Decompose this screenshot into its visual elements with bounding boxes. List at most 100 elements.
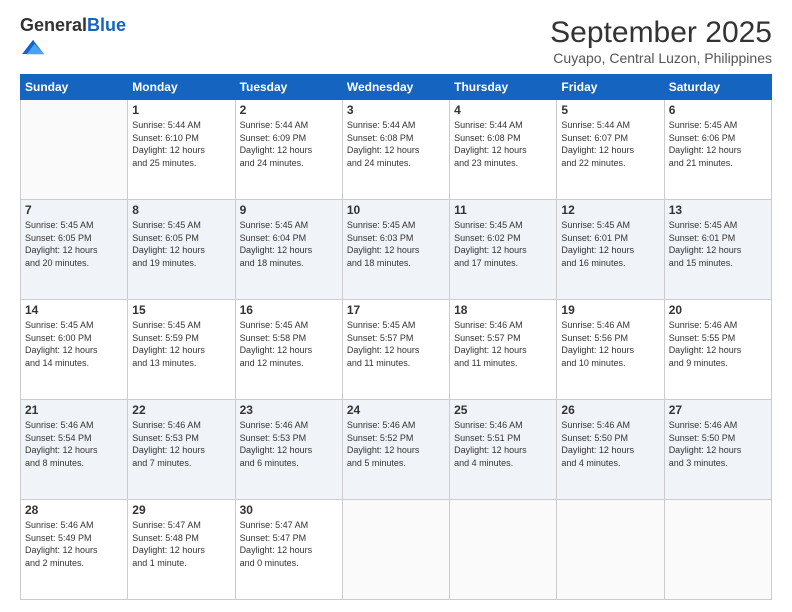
day-info: Sunrise: 5:46 AM Sunset: 5:51 PM Dayligh…: [454, 419, 552, 469]
day-number: 2: [240, 103, 338, 117]
day-number: 16: [240, 303, 338, 317]
day-number: 13: [669, 203, 767, 217]
day-number: 1: [132, 103, 230, 117]
logo-icon: [22, 36, 44, 58]
day-info: Sunrise: 5:44 AM Sunset: 6:08 PM Dayligh…: [347, 119, 445, 169]
col-sunday: Sunday: [21, 75, 128, 100]
day-number: 17: [347, 303, 445, 317]
day-number: 27: [669, 403, 767, 417]
col-saturday: Saturday: [664, 75, 771, 100]
table-row: 21 Sunrise: 5:46 AM Sunset: 5:54 PM Dayli…: [21, 400, 128, 500]
day-number: 14: [25, 303, 123, 317]
day-info: Sunrise: 5:44 AM Sunset: 6:08 PM Dayligh…: [454, 119, 552, 169]
day-number: 28: [25, 503, 123, 517]
col-tuesday: Tuesday: [235, 75, 342, 100]
logo-general: General: [20, 15, 87, 35]
logo: GeneralBlue: [20, 16, 126, 63]
table-row: 16 Sunrise: 5:45 AM Sunset: 5:58 PM Dayli…: [235, 300, 342, 400]
day-number: 18: [454, 303, 552, 317]
location-subtitle: Cuyapo, Central Luzon, Philippines: [550, 50, 772, 66]
page: GeneralBlue September 2025 Cuyapo, Centr…: [0, 0, 792, 612]
col-thursday: Thursday: [450, 75, 557, 100]
calendar-header-row: Sunday Monday Tuesday Wednesday Thursday…: [21, 75, 772, 100]
day-number: 21: [25, 403, 123, 417]
day-info: Sunrise: 5:45 AM Sunset: 6:00 PM Dayligh…: [25, 319, 123, 369]
day-number: 19: [561, 303, 659, 317]
day-number: 23: [240, 403, 338, 417]
day-info: Sunrise: 5:45 AM Sunset: 6:03 PM Dayligh…: [347, 219, 445, 269]
table-row: 3 Sunrise: 5:44 AM Sunset: 6:08 PM Daylig…: [342, 100, 449, 200]
day-info: Sunrise: 5:44 AM Sunset: 6:10 PM Dayligh…: [132, 119, 230, 169]
day-number: 24: [347, 403, 445, 417]
calendar-week-row: 28 Sunrise: 5:46 AM Sunset: 5:49 PM Dayli…: [21, 500, 772, 600]
day-number: 10: [347, 203, 445, 217]
day-info: Sunrise: 5:45 AM Sunset: 5:58 PM Dayligh…: [240, 319, 338, 369]
table-row: 23 Sunrise: 5:46 AM Sunset: 5:53 PM Dayli…: [235, 400, 342, 500]
table-row: 19 Sunrise: 5:46 AM Sunset: 5:56 PM Dayli…: [557, 300, 664, 400]
table-row: 25 Sunrise: 5:46 AM Sunset: 5:51 PM Dayli…: [450, 400, 557, 500]
day-number: 4: [454, 103, 552, 117]
day-number: 25: [454, 403, 552, 417]
day-info: Sunrise: 5:45 AM Sunset: 6:06 PM Dayligh…: [669, 119, 767, 169]
table-row: 2 Sunrise: 5:44 AM Sunset: 6:09 PM Daylig…: [235, 100, 342, 200]
table-row: 13 Sunrise: 5:45 AM Sunset: 6:01 PM Dayli…: [664, 200, 771, 300]
day-number: 8: [132, 203, 230, 217]
col-wednesday: Wednesday: [342, 75, 449, 100]
calendar-week-row: 7 Sunrise: 5:45 AM Sunset: 6:05 PM Daylig…: [21, 200, 772, 300]
day-info: Sunrise: 5:46 AM Sunset: 5:49 PM Dayligh…: [25, 519, 123, 569]
calendar-week-row: 21 Sunrise: 5:46 AM Sunset: 5:54 PM Dayli…: [21, 400, 772, 500]
col-monday: Monday: [128, 75, 235, 100]
table-row: 26 Sunrise: 5:46 AM Sunset: 5:50 PM Dayli…: [557, 400, 664, 500]
calendar-table: Sunday Monday Tuesday Wednesday Thursday…: [20, 74, 772, 600]
day-info: Sunrise: 5:46 AM Sunset: 5:53 PM Dayligh…: [240, 419, 338, 469]
table-row: 6Sunrise: 5:45 AM Sunset: 6:06 PM Daylig…: [664, 100, 771, 200]
day-info: Sunrise: 5:45 AM Sunset: 6:01 PM Dayligh…: [669, 219, 767, 269]
day-info: Sunrise: 5:47 AM Sunset: 5:48 PM Dayligh…: [132, 519, 230, 569]
table-row: 10 Sunrise: 5:45 AM Sunset: 6:03 PM Dayli…: [342, 200, 449, 300]
table-row: 14 Sunrise: 5:45 AM Sunset: 6:00 PM Dayli…: [21, 300, 128, 400]
day-info: Sunrise: 5:46 AM Sunset: 5:50 PM Dayligh…: [561, 419, 659, 469]
day-info: Sunrise: 5:45 AM Sunset: 6:01 PM Dayligh…: [561, 219, 659, 269]
day-number: 9: [240, 203, 338, 217]
day-number: 7: [25, 203, 123, 217]
table-row: 12 Sunrise: 5:45 AM Sunset: 6:01 PM Dayli…: [557, 200, 664, 300]
table-row: [557, 500, 664, 600]
day-info: Sunrise: 5:46 AM Sunset: 5:52 PM Dayligh…: [347, 419, 445, 469]
day-info: Sunrise: 5:46 AM Sunset: 5:56 PM Dayligh…: [561, 319, 659, 369]
table-row: 15 Sunrise: 5:45 AM Sunset: 5:59 PM Dayli…: [128, 300, 235, 400]
table-row: 11Sunrise: 5:45 AM Sunset: 6:02 PM Dayli…: [450, 200, 557, 300]
table-row: 9Sunrise: 5:45 AM Sunset: 6:04 PM Daylig…: [235, 200, 342, 300]
day-number: 3: [347, 103, 445, 117]
day-info: Sunrise: 5:47 AM Sunset: 5:47 PM Dayligh…: [240, 519, 338, 569]
table-row: 17Sunrise: 5:45 AM Sunset: 5:57 PM Dayli…: [342, 300, 449, 400]
table-row: 20Sunrise: 5:46 AM Sunset: 5:55 PM Dayli…: [664, 300, 771, 400]
day-info: Sunrise: 5:46 AM Sunset: 5:57 PM Dayligh…: [454, 319, 552, 369]
month-title: September 2025: [550, 16, 772, 50]
day-info: Sunrise: 5:46 AM Sunset: 5:50 PM Dayligh…: [669, 419, 767, 469]
day-info: Sunrise: 5:45 AM Sunset: 6:05 PM Dayligh…: [132, 219, 230, 269]
table-row: [450, 500, 557, 600]
day-number: 11: [454, 203, 552, 217]
day-info: Sunrise: 5:46 AM Sunset: 5:54 PM Dayligh…: [25, 419, 123, 469]
day-info: Sunrise: 5:46 AM Sunset: 5:55 PM Dayligh…: [669, 319, 767, 369]
calendar-week-row: 1 Sunrise: 5:44 AM Sunset: 6:10 PM Daylig…: [21, 100, 772, 200]
table-row: 27 Sunrise: 5:46 AM Sunset: 5:50 PM Dayli…: [664, 400, 771, 500]
table-row: 7Sunrise: 5:45 AM Sunset: 6:05 PM Daylig…: [21, 200, 128, 300]
col-friday: Friday: [557, 75, 664, 100]
table-row: [664, 500, 771, 600]
day-info: Sunrise: 5:46 AM Sunset: 5:53 PM Dayligh…: [132, 419, 230, 469]
day-number: 15: [132, 303, 230, 317]
day-number: 29: [132, 503, 230, 517]
day-info: Sunrise: 5:45 AM Sunset: 5:59 PM Dayligh…: [132, 319, 230, 369]
table-row: 4 Sunrise: 5:44 AM Sunset: 6:08 PM Daylig…: [450, 100, 557, 200]
table-row: 28 Sunrise: 5:46 AM Sunset: 5:49 PM Dayli…: [21, 500, 128, 600]
day-number: 22: [132, 403, 230, 417]
day-number: 5: [561, 103, 659, 117]
day-number: 26: [561, 403, 659, 417]
table-row: 1 Sunrise: 5:44 AM Sunset: 6:10 PM Daylig…: [128, 100, 235, 200]
day-info: Sunrise: 5:44 AM Sunset: 6:09 PM Dayligh…: [240, 119, 338, 169]
day-info: Sunrise: 5:44 AM Sunset: 6:07 PM Dayligh…: [561, 119, 659, 169]
table-row: 29 Sunrise: 5:47 AM Sunset: 5:48 PM Dayli…: [128, 500, 235, 600]
table-row: [342, 500, 449, 600]
day-number: 12: [561, 203, 659, 217]
